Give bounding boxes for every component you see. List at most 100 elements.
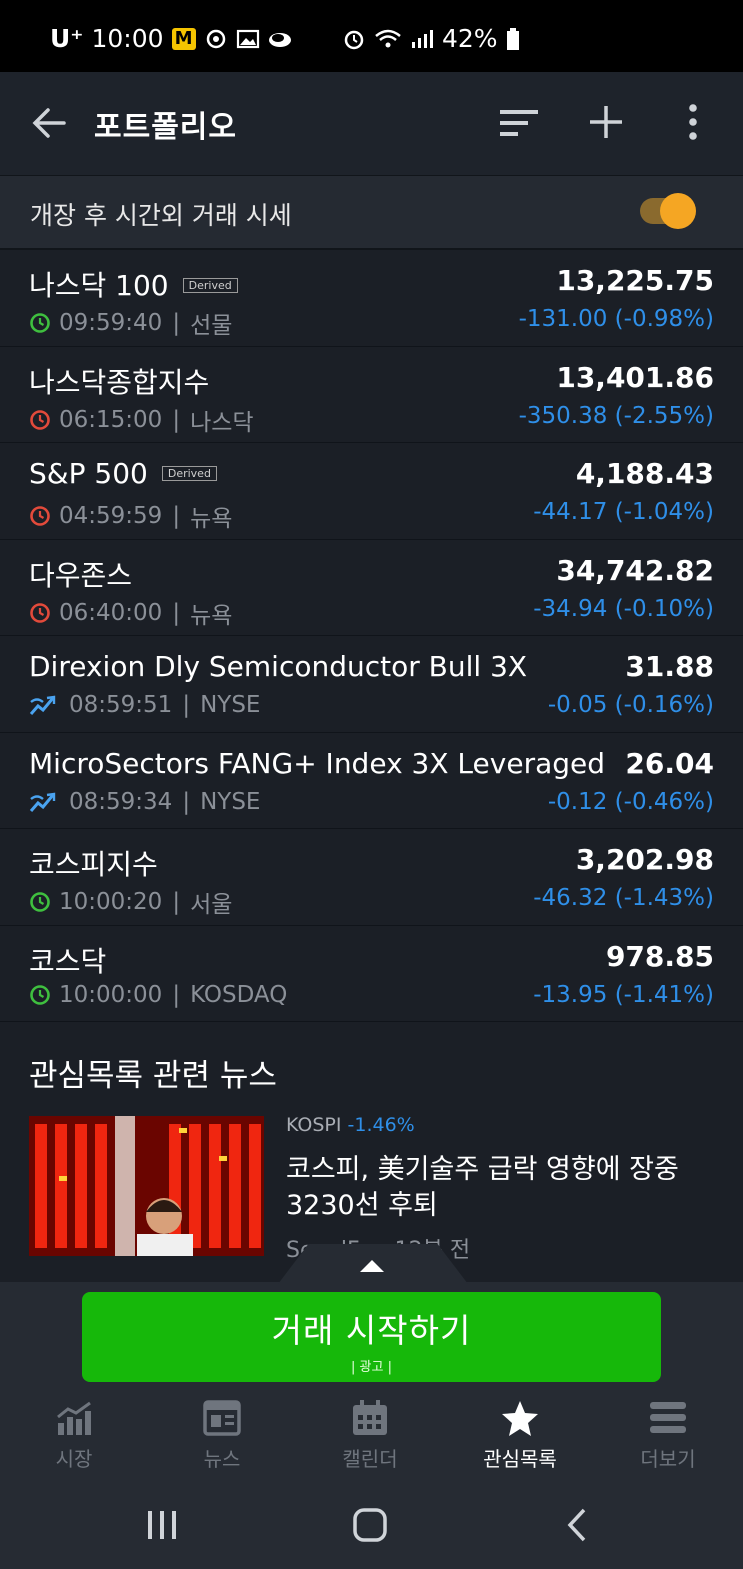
instrument-time: 09:59:40 (59, 310, 163, 336)
instrument-name-text: MicroSectors FANG+ Index 3X Leveraged (29, 746, 606, 780)
instrument-name-text: 나스닥종합지수 (29, 365, 210, 399)
instrument-price: 13,401.86 (556, 360, 714, 394)
instrument-row[interactable]: 코스닥 10:00:00 | KOSDAQ 978.85 -13.95 (-1.41%) (0, 925, 743, 1022)
meta-separator: | (172, 889, 181, 915)
instrument-meta: 06:15:00 | 나스닥 (29, 403, 254, 437)
instrument-row[interactable]: MicroSectors FANG+ Index 3X Leveraged 08:… (0, 732, 743, 829)
after-hours-label: 개장 후 시간외 거래 시세 (30, 201, 292, 230)
bottom-tab-bar: 시장 뉴스 캘린더 관심목록 더보기 (0, 1397, 743, 1485)
home-icon[interactable] (352, 1507, 388, 1543)
instrument-name: 나스닥종합지수 (29, 361, 209, 401)
instrument-name-text: 코스닥 (29, 944, 107, 978)
instrument-exchange: NYSE (200, 788, 261, 815)
instrument-exchange: KOSDAQ (190, 981, 288, 1008)
instrument-name: 다우존스 (29, 554, 132, 594)
instrument-change: -0.12 (-0.46%) (547, 788, 714, 815)
instrument-price: 4,188.43 (575, 457, 714, 490)
notification-icon (206, 29, 225, 48)
instrument-time: 10:00:00 (59, 981, 163, 1008)
meta-separator: | (182, 788, 191, 815)
tab-news[interactable]: 뉴스 (148, 1397, 296, 1485)
instrument-name: 코스닥 (29, 940, 106, 980)
star-icon (502, 1401, 538, 1436)
recent-apps-icon[interactable] (146, 1509, 178, 1541)
instrument-row[interactable]: 코스피지수 10:00:20 | 서울 3,202.98 -46.32 (-1.43%) (0, 829, 743, 926)
tab-label: 관심목록 (483, 1447, 557, 1471)
instrument-row[interactable]: 다우존스 06:40:00 | 뉴욕 34,742.82 -34.94 (-0.10%) (0, 539, 743, 636)
instrument-name-text: 코스피지수 (29, 848, 158, 881)
tab-label: 더보기 (640, 1447, 696, 1471)
add-icon[interactable] (586, 102, 626, 142)
instrument-meta: 10:00:00 | KOSDAQ (29, 982, 287, 1008)
red-clock-icon (29, 505, 51, 527)
instrument-price: 26.04 (625, 746, 714, 780)
tab-label: 시장 (55, 1447, 93, 1471)
after-hours-switch-thumb[interactable] (660, 193, 696, 229)
more-options-icon[interactable] (678, 102, 708, 142)
tab-label: 캘린더 (342, 1447, 398, 1471)
green-clock-icon (29, 984, 51, 1006)
instrument-change: -0.05 (-0.16%) (547, 692, 714, 718)
instrument-row[interactable]: Direxion Dly Semiconductor Bull 3X 08:59:… (0, 636, 743, 733)
premarket-icon (29, 791, 57, 813)
instrument-time: 08:59:51 (69, 692, 173, 718)
green-clock-icon (29, 891, 51, 913)
newspaper-icon (203, 1400, 241, 1436)
news-headline[interactable]: 코스피, 美기술주 급락 영향에 장중 3230선 후퇴 (286, 1152, 726, 1224)
tab-calendar[interactable]: 캘린더 (296, 1397, 444, 1485)
instrument-name-text: 다우존스 (29, 558, 133, 592)
instrument-price: 13,225.75 (556, 264, 714, 297)
instrument-meta: 09:59:40 | 선물 (29, 306, 232, 340)
instrument-exchange: 뉴욕 (190, 602, 233, 629)
menu-icon (650, 1402, 686, 1433)
instrument-exchange: 나스닥 (190, 409, 254, 436)
premarket-icon (29, 694, 57, 716)
news-ticker[interactable]: KOSPI -1.46% (286, 1114, 415, 1136)
instrument-name: 나스닥 100 Derived (29, 264, 238, 304)
ad-label: | 광고 | (351, 1360, 392, 1375)
instrument-change: -46.32 (-1.43%) (533, 885, 714, 911)
system-nav-bar (0, 1485, 743, 1569)
instrument-change: -13.95 (-1.41%) (533, 981, 714, 1008)
instrument-row[interactable]: S&P 500 Derived 04:59:59 | 뉴욕 4,188.43 -44.17 … (0, 443, 743, 540)
start-trading-label: 거래 시작하기 (271, 1311, 472, 1350)
news-ticker-change: -1.46% (347, 1114, 415, 1136)
after-hours-toggle-row: 개장 후 시간외 거래 시세 (0, 176, 743, 250)
gallery-icon (236, 29, 259, 48)
start-trading-button[interactable]: 거래 시작하기 | 광고 | (82, 1292, 661, 1382)
news-section-title: 관심목록 관련 뉴스 (29, 1058, 277, 1094)
chart-icon (57, 1401, 91, 1435)
instrument-name-text: Direxion Dly Semiconductor Bull 3X (29, 650, 528, 683)
red-clock-icon (29, 409, 51, 431)
system-back-icon[interactable] (566, 1507, 588, 1543)
instrument-row[interactable]: 나스닥종합지수 06:15:00 | 나스닥 13,401.86 -350.38 (-2.… (0, 346, 743, 443)
instrument-price: 31.88 (625, 650, 714, 683)
instrument-name-text: S&P 500 (29, 457, 148, 490)
back-arrow-icon[interactable] (28, 102, 70, 144)
meta-separator: | (172, 503, 181, 529)
meta-separator: | (172, 599, 181, 626)
news-thumbnail[interactable] (29, 1116, 264, 1256)
meta-separator: | (172, 406, 181, 433)
tab-markets[interactable]: 시장 (0, 1397, 148, 1485)
tab-watchlist[interactable]: 관심목록 (446, 1397, 594, 1485)
instrument-row[interactable]: 나스닥 100 Derived 09:59:40 | 선물 13,225.75 -131.0… (0, 250, 743, 347)
instrument-time: 04:59:59 (59, 503, 163, 529)
sort-icon[interactable] (498, 104, 540, 144)
instrument-meta: 08:59:34 | NYSE (29, 789, 260, 815)
battery-icon (506, 27, 519, 50)
instrument-exchange: 선물 (190, 313, 233, 339)
carrier-label: U⁺ (50, 24, 84, 53)
wifi-icon (375, 29, 401, 47)
expand-arrow-icon[interactable] (360, 1260, 384, 1272)
instrument-name: MicroSectors FANG+ Index 3X Leveraged (29, 747, 605, 780)
tab-label: 뉴스 (203, 1447, 241, 1471)
instrument-meta: 04:59:59 | 뉴욕 (29, 499, 232, 533)
instrument-change: -131.00 (-0.98%) (518, 306, 714, 332)
tab-more[interactable]: 더보기 (594, 1397, 742, 1485)
page-title: 포트폴리오 (94, 110, 237, 145)
instrument-name: S&P 500 Derived (29, 457, 217, 490)
calendar-icon (353, 1400, 387, 1435)
instrument-change: -44.17 (-1.04%) (533, 499, 714, 525)
derived-badge: Derived (161, 466, 217, 481)
